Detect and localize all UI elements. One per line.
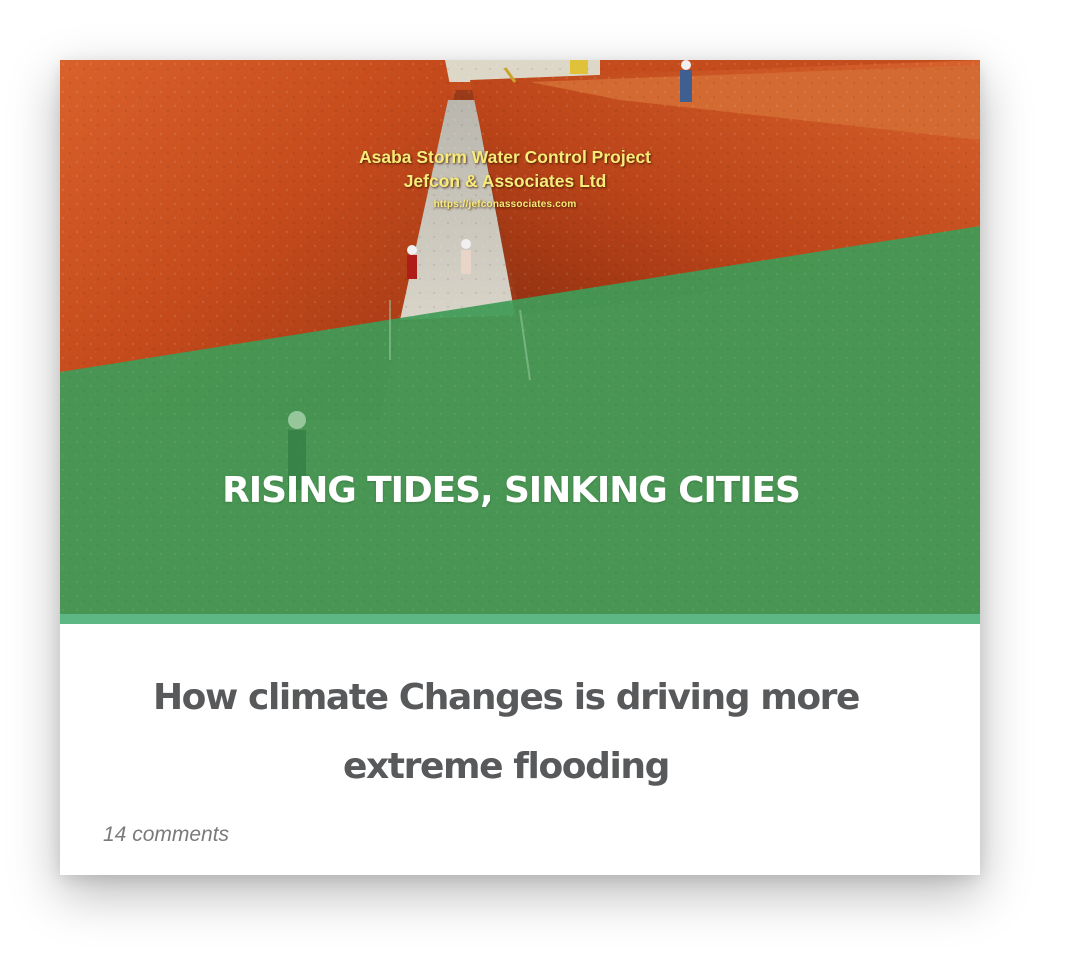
page-background: Asaba Storm Water Control Project Jefcon… <box>0 0 1070 966</box>
image-caption-url: https://jefconassociates.com <box>433 199 577 210</box>
image-caption: Asaba Storm Water Control Project Jefcon… <box>275 145 735 216</box>
trench-photo <box>60 60 980 614</box>
image-caption-project: Asaba Storm Water Control Project <box>358 147 652 167</box>
featured-image[interactable]: Asaba Storm Water Control Project Jefcon… <box>60 60 980 614</box>
accent-divider <box>60 614 980 624</box>
post-card[interactable]: Asaba Storm Water Control Project Jefcon… <box>60 60 980 875</box>
banner-title[interactable]: RISING TIDES, SINKING CITIES <box>60 470 962 511</box>
image-caption-company: Jefcon & Associates Ltd <box>403 171 607 191</box>
post-headline[interactable]: How climate Changes is driving more extr… <box>100 663 912 801</box>
comments-link[interactable]: 14 comments <box>103 823 229 847</box>
